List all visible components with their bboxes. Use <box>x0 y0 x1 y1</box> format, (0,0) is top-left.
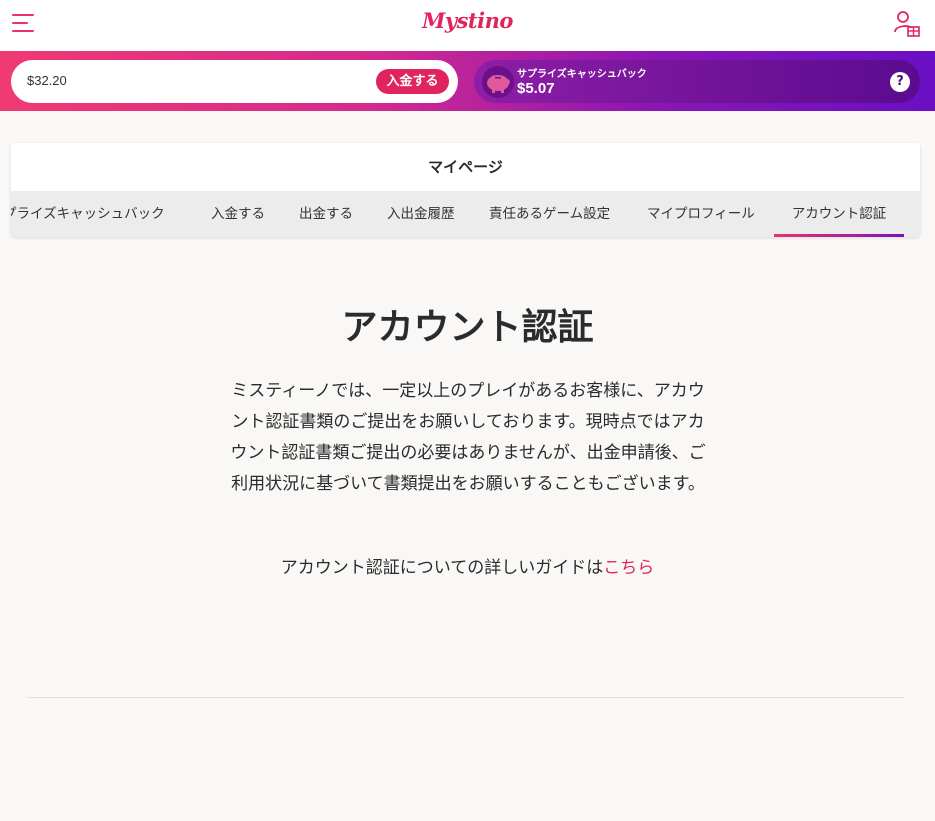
balance-amount: $32.20 <box>27 73 67 88</box>
deposit-button[interactable]: 入金する <box>376 69 449 94</box>
balance-pill: $32.20 入金する <box>11 60 458 103</box>
mypage-title: マイページ <box>428 158 503 176</box>
tab-withdraw[interactable]: 出金する <box>299 191 353 237</box>
piggy-bank-icon <box>482 66 514 98</box>
mypage-tabs: プライズキャッシュバック 入金する 出金する 入出金履歴 責任あるゲーム設定 マ… <box>11 191 920 237</box>
top-header: Mystino <box>0 0 935 51</box>
guide-line: アカウント認証についての詳しいガイドはこちら <box>0 553 935 583</box>
tab-my-profile[interactable]: マイプロフィール <box>647 191 755 237</box>
page-title: アカウント認証 <box>341 307 594 348</box>
help-icon[interactable]: ? <box>890 72 910 92</box>
tab-deposit[interactable]: 入金する <box>211 191 265 237</box>
tab-responsible-gaming[interactable]: 責任あるゲーム設定 <box>489 191 610 237</box>
guide-link[interactable]: こちら <box>603 558 654 578</box>
divider <box>27 697 904 698</box>
tab-surprise-cashback[interactable]: プライズキャッシュバック <box>11 191 165 237</box>
user-gift-icon[interactable] <box>893 10 921 38</box>
tab-transaction-history[interactable]: 入出金履歴 <box>387 191 455 237</box>
cashback-amount: $5.07 <box>517 80 555 97</box>
cashback-pill[interactable]: サプライズキャッシュバック $5.07 ? <box>474 60 920 103</box>
cashback-label: サプライズキャッシュバック <box>517 69 647 80</box>
verification-description: ミスティーノでは、一定以上のプレイがあるお客様に、アカウント認証書類のご提出をお… <box>230 381 706 494</box>
mypage-card: マイページ プライズキャッシュバック 入金する 出金する 入出金履歴 責任あるゲ… <box>11 143 920 237</box>
mystino-logo[interactable]: Mystino <box>0 8 935 33</box>
balance-band: $32.20 入金する サプライズキャッシュバック $5.07 ? <box>0 51 935 111</box>
guide-prefix-text: アカウント認証についての詳しいガイドは <box>280 558 604 578</box>
tab-account-verification[interactable]: アカウント認証 <box>774 191 904 237</box>
